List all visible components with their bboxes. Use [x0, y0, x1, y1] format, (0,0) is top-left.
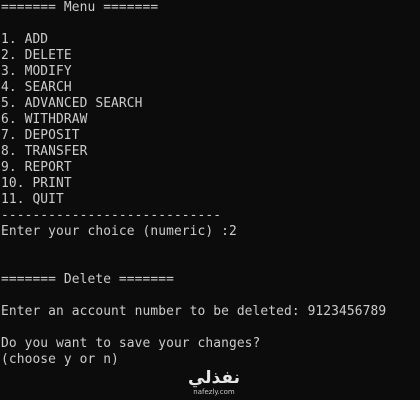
menu-item-delete: 2. DELETE	[1, 48, 72, 63]
menu-item-transfer: 8. TRANSFER	[1, 144, 88, 159]
choice-prompt: Enter your choice (numeric) :2	[1, 224, 237, 239]
watermark-latin: nafezly.com	[193, 388, 235, 396]
menu-item-deposit: 7. DEPOSIT	[1, 128, 80, 143]
delete-header: ======= Delete =======	[1, 272, 174, 287]
watermark-arabic: نفذلي	[187, 368, 241, 388]
save-changes-question: Do you want to save your changes?	[1, 336, 261, 351]
watermark-logo: نفذلي nafezly.com	[182, 368, 246, 398]
menu-item-withdraw: 6. WITHDRAW	[1, 112, 88, 127]
account-number-prompt: Enter an account number to be deleted: 9…	[1, 304, 387, 319]
menu-divider: ----------------------------	[1, 208, 222, 223]
choose-yn-hint: (choose y or n)	[1, 352, 119, 367]
menu-item-search: 4. SEARCH	[1, 80, 72, 95]
menu-item-quit: 11. QUIT	[1, 192, 64, 207]
menu-item-modify: 3. MODIFY	[1, 64, 72, 79]
menu-item-report: 9. REPORT	[1, 160, 72, 175]
menu-header: ======= Menu =======	[1, 0, 159, 15]
console-window[interactable]: ======= Menu ======= 1. ADD 2. DELETE 3.…	[1, 0, 420, 400]
menu-item-advanced-search: 5. ADVANCED SEARCH	[1, 96, 143, 111]
menu-item-add: 1. ADD	[1, 32, 49, 47]
menu-item-print: 10. PRINT	[1, 176, 72, 191]
